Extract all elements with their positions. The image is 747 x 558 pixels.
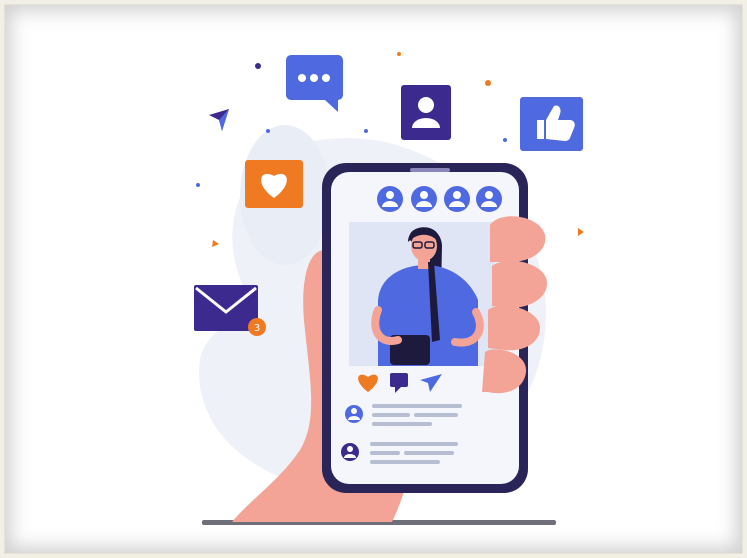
- heart-icon: [245, 160, 303, 208]
- thumbs-up-icon: [520, 97, 583, 151]
- envelope-icon: 3: [194, 285, 266, 336]
- chat-bubble-icon: [286, 55, 343, 112]
- profile-card-icon: [401, 85, 451, 140]
- notification-badge-count: 3: [254, 323, 260, 334]
- phone-speaker: [410, 168, 450, 172]
- comment-icon: [390, 373, 408, 387]
- social-media-illustration: 3: [194, 52, 584, 525]
- paper-plane-icon: [209, 109, 229, 131]
